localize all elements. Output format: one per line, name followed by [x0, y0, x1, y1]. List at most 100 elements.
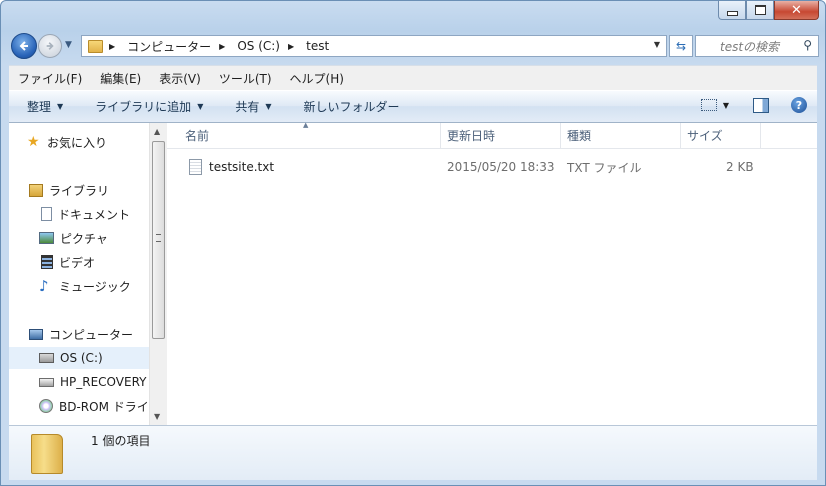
breadcrumb-label: test [306, 39, 330, 53]
chevron-down-icon: ▼ [197, 102, 204, 111]
folder-icon [88, 39, 103, 53]
file-modified: 2015/05/20 18:33 [447, 160, 555, 174]
file-type: TXT ファイル [567, 160, 642, 175]
file-list: ▲ 名前 更新日時 種類 サイズ testsite.txt 2015/05/20… [167, 121, 817, 425]
command-bar: 整理 ▼ ライブラリに追加 ▼ 共有 ▼ 新しいフォルダー ▼ ? [9, 90, 817, 123]
address-bar[interactable]: ▶ コンピューター ▶ OS (C:) ▶ test ▼ [81, 35, 667, 57]
explorer-window: ✕ ▼ ▶ コンピューター ▶ OS (C:) ▶ test ▼ ⇆ testの… [0, 0, 826, 486]
add-to-library-button[interactable]: ライブラリに追加 ▼ [77, 98, 217, 115]
breadcrumb-test[interactable]: test [306, 39, 329, 53]
maximize-icon [754, 5, 766, 15]
windows-drive-icon [39, 353, 54, 363]
new-folder-label: 新しいフォルダー [303, 100, 400, 114]
scroll-down-icon[interactable]: ▼ [154, 412, 160, 421]
share-button[interactable]: 共有 ▼ [217, 98, 285, 115]
change-view-icon[interactable] [700, 99, 717, 111]
chevron-down-icon: ▼ [265, 102, 272, 111]
nav-documents[interactable]: ドキュメント [41, 203, 130, 225]
search-icon[interactable]: ⚲ [803, 38, 812, 52]
navigation-row: ▼ ▶ コンピューター ▶ OS (C:) ▶ test ▼ ⇆ testの検索… [9, 33, 819, 59]
breadcrumb-label: OS (C:) [237, 39, 280, 53]
nav-pictures[interactable]: ピクチャ [39, 227, 108, 249]
nav-label: ミュージック [59, 279, 131, 294]
organize-label: 整理 [27, 100, 52, 114]
nav-music[interactable]: ♪ ミュージック [39, 275, 131, 297]
music-note-icon: ♪ [39, 277, 49, 295]
nav-label: BD-ROM ドライ [59, 399, 149, 414]
column-label: 名前 [185, 129, 210, 143]
document-icon [41, 207, 52, 221]
menu-bar: ファイル(F) 編集(E) 表示(V) ツール(T) ヘルプ(H) [9, 65, 817, 90]
column-label: 更新日時 [447, 129, 496, 143]
breadcrumb-separator-icon[interactable]: ▶ [219, 42, 225, 51]
back-arrow-icon [19, 41, 28, 51]
drive-icon [39, 377, 54, 387]
maximize-button[interactable] [746, 1, 774, 20]
back-button[interactable] [11, 33, 37, 59]
nav-os-drive[interactable]: OS (C:) [9, 347, 149, 369]
preview-pane-icon[interactable] [753, 97, 769, 113]
breadcrumb-os-drive[interactable]: OS (C:) [237, 39, 280, 53]
picture-icon [39, 232, 54, 244]
menu-file[interactable]: ファイル(F) [9, 70, 91, 87]
forward-button[interactable] [38, 34, 62, 58]
column-type[interactable]: 種類 [557, 123, 681, 148]
nav-label: コンピューター [49, 327, 134, 342]
menu-help[interactable]: ヘルプ(H) [281, 70, 353, 87]
breadcrumb-computer[interactable]: コンピューター [127, 38, 211, 55]
nav-computer[interactable]: コンピューター [29, 323, 133, 345]
refresh-icon: ⇆ [675, 39, 687, 53]
column-label: サイズ [687, 129, 723, 143]
nav-libraries[interactable]: ライブラリ [29, 179, 109, 201]
minimize-button[interactable] [718, 1, 746, 20]
library-icon [29, 183, 43, 197]
item-count: 1 個の項目 [91, 434, 151, 448]
nav-label: ライブラリ [49, 183, 110, 198]
nav-favorites[interactable]: ★ お気に入り [27, 131, 107, 153]
column-size[interactable]: サイズ [677, 123, 761, 148]
menu-tools[interactable]: ツール(T) [210, 70, 281, 87]
navigation-scrollbar[interactable]: ▲ ▼ [149, 123, 167, 425]
file-name: testsite.txt [209, 160, 275, 174]
recent-pages-dropdown[interactable]: ▼ [65, 40, 72, 50]
new-folder-button[interactable]: 新しいフォルダー [286, 98, 414, 115]
minimize-icon [726, 10, 738, 16]
disc-icon [39, 399, 53, 413]
nav-label: ビデオ [59, 255, 96, 270]
video-icon [41, 255, 53, 269]
search-input[interactable]: testの検索 [720, 38, 779, 55]
chevron-down-icon: ▼ [57, 102, 64, 111]
views-dropdown-icon[interactable]: ▼ [723, 101, 729, 110]
share-label: 共有 [235, 100, 260, 114]
scrollbar-thumb[interactable] [152, 141, 165, 339]
folder-icon [31, 434, 63, 474]
star-icon: ★ [27, 134, 40, 150]
nav-label: ドキュメント [58, 207, 131, 222]
close-button[interactable]: ✕ [774, 1, 819, 20]
breadcrumb-separator-icon[interactable]: ▶ [288, 42, 294, 51]
forward-arrow-icon [46, 42, 54, 50]
nav-label: OS (C:) [60, 351, 103, 365]
refresh-button[interactable]: ⇆ [669, 35, 693, 57]
file-size: 2 KB [726, 160, 754, 174]
breadcrumb-separator-icon[interactable]: ▶ [109, 42, 115, 51]
menu-edit[interactable]: 編集(E) [91, 70, 150, 87]
column-modified[interactable]: 更新日時 [437, 123, 561, 148]
nav-label: HP_RECOVERY [60, 375, 147, 389]
command-bar-right: ▼ ? [700, 97, 807, 113]
breadcrumb-label: コンピューター [127, 39, 212, 54]
nav-label: お気に入り [47, 135, 108, 150]
menu-view[interactable]: 表示(V) [150, 70, 210, 87]
address-dropdown-icon[interactable]: ▼ [654, 40, 660, 49]
nav-recovery-drive[interactable]: HP_RECOVERY [39, 371, 146, 393]
nav-videos[interactable]: ビデオ [41, 251, 95, 273]
nav-bd-drive[interactable]: BD-ROM ドライ [39, 395, 149, 417]
search-box[interactable]: testの検索 ⚲ [695, 35, 819, 57]
nav-label: ピクチャ [60, 231, 108, 246]
scroll-up-icon[interactable]: ▲ [154, 127, 160, 136]
computer-icon [29, 328, 43, 340]
organize-button[interactable]: 整理 ▼ [9, 98, 77, 115]
help-icon[interactable]: ? [791, 97, 807, 113]
column-name[interactable]: 名前 [175, 123, 441, 148]
file-name-cell[interactable]: testsite.txt [189, 155, 274, 179]
